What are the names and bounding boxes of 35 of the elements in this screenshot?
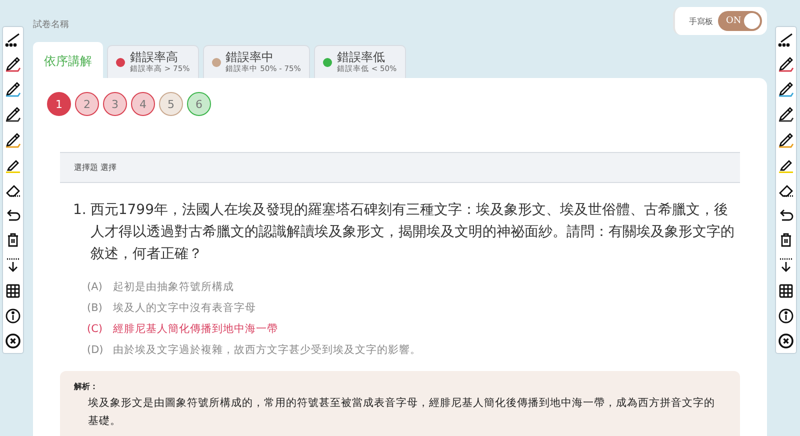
question-number-label: 1. — [73, 201, 86, 220]
pen-icon[interactable] — [4, 80, 22, 98]
question-number[interactable]: 4 — [131, 92, 155, 116]
question-number[interactable]: 3 — [103, 92, 127, 116]
grid-icon[interactable] — [777, 282, 795, 300]
question-text: 西元1799年，法國人在埃及發現的羅塞塔石碑刻有三種文字：埃及象形文、埃及世俗體、古希臘文，後人才得以透過對古希臘文的認識解讀埃及象形文，揭開埃及文明的神祕面紗。請問：有關埃及象形文字的敘述，何者正確？ — [90, 201, 736, 264]
answer-option: (A) 起初是由抽象符號所構成 — [87, 279, 740, 296]
question-type-bar: 選擇題 選擇 — [60, 152, 740, 183]
question-number[interactable]: 1 — [47, 92, 71, 116]
close-icon[interactable] — [777, 332, 795, 350]
analysis-label: 解析： — [74, 381, 99, 392]
tab[interactable]: 依序講解 — [33, 42, 103, 78]
pen-icon[interactable] — [777, 55, 795, 74]
info-icon[interactable] — [4, 306, 22, 325]
analysis-text: 埃及象形文是由圖象符號所構成的，常用的符號甚至被當成表音字母，經腓尼基人簡化後傳播到地中海一帶，成為西方拼音文字的基礎。 — [87, 396, 716, 429]
pen-icon[interactable] — [4, 55, 22, 74]
pen-icon[interactable] — [777, 80, 795, 98]
pen-icon[interactable] — [4, 130, 22, 149]
answer-option: (B) 埃及人的文字中沒有表音字母 — [87, 300, 740, 317]
close-icon[interactable] — [4, 332, 22, 350]
exam-title: 試卷名稱 — [33, 18, 69, 31]
question-number[interactable]: 6 — [187, 92, 211, 116]
arrow-down-icon[interactable] — [777, 256, 795, 274]
handwriting-switch[interactable]: ON — [718, 11, 762, 31]
arrow-down-icon[interactable] — [4, 256, 22, 274]
pen-icon[interactable] — [777, 130, 795, 149]
question-number[interactable]: 2 — [75, 92, 99, 116]
toggle-label: 手寫板 — [689, 16, 713, 26]
pen-icon[interactable] — [4, 105, 22, 124]
question-number[interactable]: 5 — [159, 92, 183, 116]
answer-option: (C) 經腓尼基人簡化傳播到地中海一帶 — [87, 321, 740, 338]
pen-icon[interactable] — [777, 105, 795, 124]
info-icon[interactable] — [777, 306, 795, 325]
answer-option: (D) 由於埃及文字過於複雜，故西方文字甚少受到埃及文字的影響。 — [87, 342, 740, 359]
grid-icon[interactable] — [4, 282, 22, 300]
